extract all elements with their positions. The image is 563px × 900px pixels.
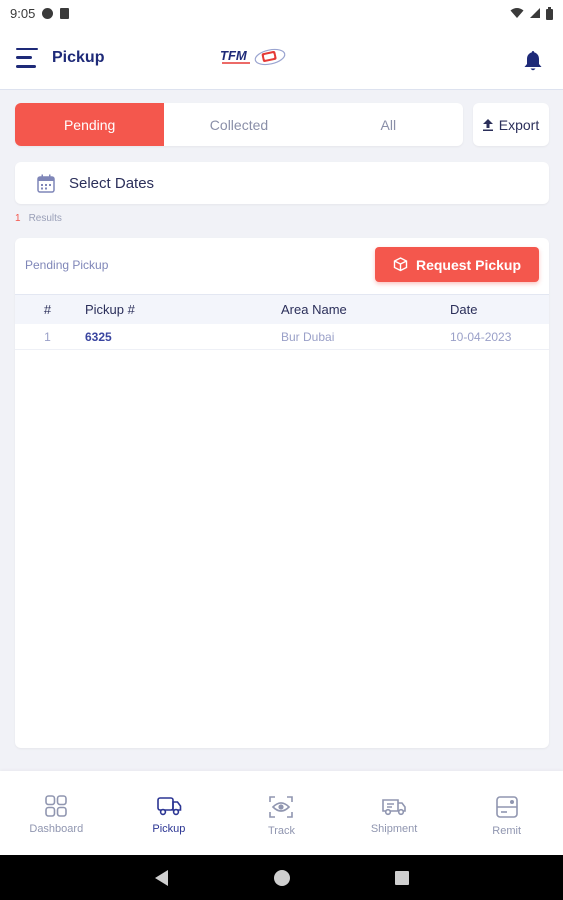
truck-icon [157, 797, 182, 816]
menu-icon[interactable] [16, 47, 40, 68]
nav-track-label: Track [267, 825, 296, 837]
status-tabs: Pending Collected All [15, 103, 463, 146]
nav-remit[interactable]: Remit [450, 771, 563, 855]
nav-dashboard[interactable]: Dashboard [0, 771, 113, 855]
row-date: 10-04-2023 [450, 329, 512, 344]
column-header-pickup-no: Pickup # [85, 302, 135, 317]
logo-text: TFM [220, 48, 248, 63]
notification-icon [42, 7, 54, 19]
bell-icon[interactable] [523, 50, 543, 72]
date-range-label: Select Dates [69, 174, 155, 192]
request-pickup-label: Request Pickup [415, 256, 522, 273]
package-icon [393, 257, 408, 272]
results-summary: 1 Results [15, 213, 62, 224]
export-label: Export [498, 116, 540, 133]
sim-card-icon [60, 7, 70, 19]
request-pickup-button[interactable]: Request Pickup [375, 247, 539, 282]
app-bar: Pickup TFM [0, 26, 563, 90]
tfm-logo: TFM [220, 48, 286, 66]
pending-pickup-card: Pending Pickup Request Pickup # Pickup #… [15, 238, 549, 748]
home-icon[interactable] [274, 870, 290, 886]
column-header-date: Date [450, 302, 478, 317]
nav-pickup-label: Pickup [152, 823, 186, 835]
nav-remit-label: Remit [492, 825, 522, 837]
bottom-navigation: Dashboard Pickup Track Shipment Remit [0, 771, 563, 855]
row-index: 1 [44, 329, 51, 344]
grid-icon [45, 795, 68, 817]
calendar-icon [37, 174, 55, 193]
row-area: Bur Dubai [281, 329, 335, 344]
column-header-area: Area Name [281, 302, 347, 317]
nav-shipment[interactable]: Shipment [338, 771, 451, 855]
back-icon[interactable] [155, 870, 168, 886]
tab-pending[interactable]: Pending [15, 103, 165, 146]
status-bar: 9:05 [0, 0, 563, 26]
tab-all[interactable]: All [314, 103, 463, 146]
eye-icon [269, 796, 294, 818]
column-header-index: # [43, 302, 52, 317]
nav-dashboard-label: Dashboard [29, 823, 84, 835]
results-count: 1 [15, 213, 21, 224]
table-row[interactable]: 1 6325 Bur Dubai 10-04-2023 [15, 324, 549, 350]
results-label: Results [28, 213, 62, 224]
date-range-picker[interactable]: Select Dates [15, 162, 549, 204]
export-button[interactable]: Export [473, 103, 549, 146]
card-title: Pending Pickup [25, 258, 109, 272]
system-navigation-bar [0, 855, 563, 900]
tab-collected[interactable]: Collected [164, 103, 313, 146]
upload-icon [482, 118, 493, 131]
nav-pickup[interactable]: Pickup [113, 771, 226, 855]
row-pickup-no: 6325 [85, 329, 112, 344]
signal-icon [530, 8, 540, 18]
nav-shipment-label: Shipment [370, 823, 418, 835]
battery-icon [546, 6, 553, 20]
card-header: Pending Pickup Request Pickup [15, 238, 549, 294]
wifi-icon [510, 8, 524, 18]
recent-apps-icon[interactable] [395, 871, 409, 885]
van-icon [382, 799, 406, 816]
nav-track[interactable]: Track [225, 771, 338, 855]
receipt-icon [495, 796, 518, 818]
status-time: 9:05 [10, 5, 36, 21]
table-header: # Pickup # Area Name Date [15, 294, 549, 324]
page-title: Pickup [52, 48, 105, 66]
